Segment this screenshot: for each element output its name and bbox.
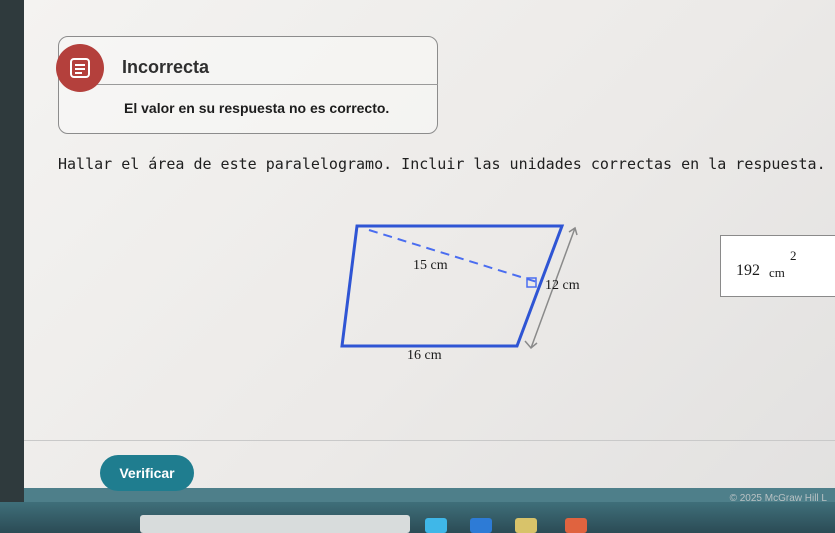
height-dashed-line <box>368 229 538 283</box>
incorrect-feedback-icon <box>56 44 104 92</box>
feedback-status: Incorrecta <box>122 57 210 77</box>
answer-value: 192 <box>736 262 760 279</box>
verify-button[interactable]: Verificar <box>100 455 194 491</box>
feedback-message: El valor en su respuesta no es correcto. <box>124 100 390 116</box>
arrow-down-icon <box>524 340 538 350</box>
folder-icon[interactable] <box>515 518 537 533</box>
taskbar <box>0 502 835 533</box>
feedback-card <box>58 36 438 134</box>
feedback-divider <box>88 84 438 85</box>
answer-exponent: 2 <box>790 248 797 263</box>
parallelogram-diagram <box>340 224 578 350</box>
parallelogram-shape <box>340 224 565 348</box>
browser-icon[interactable] <box>425 518 447 533</box>
answer-unit: cm <box>769 265 785 280</box>
slant-side-label: 15 cm <box>413 258 448 273</box>
bottom-divider <box>24 440 835 441</box>
list-lines-icon <box>70 58 90 78</box>
height-label: 12 cm <box>545 278 580 293</box>
parallelogram-figure: 15 cm 12 cm 16 cm <box>325 220 615 380</box>
question-text: Hallar el área de este paralelogramo. In… <box>58 155 826 173</box>
files-icon[interactable] <box>470 518 492 533</box>
base-label: 16 cm <box>407 348 442 363</box>
taskbar-search[interactable] <box>140 515 410 533</box>
app-icon[interactable] <box>565 518 587 533</box>
